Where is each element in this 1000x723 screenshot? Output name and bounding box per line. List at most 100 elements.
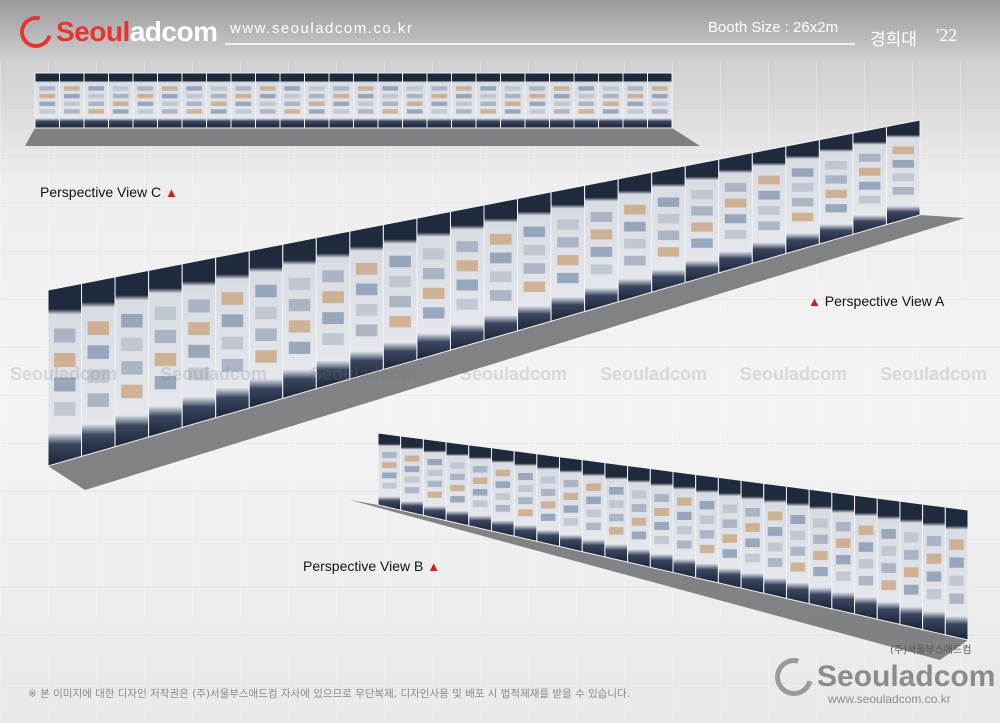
booth-panel [617, 171, 653, 303]
poster-content-block [586, 483, 601, 491]
poster-content-block [892, 186, 914, 195]
poster-content-block [767, 511, 783, 521]
booth-panel [402, 72, 428, 129]
poster-content-block [813, 534, 828, 544]
poster-content-block [813, 518, 828, 528]
booth-panel [854, 494, 878, 620]
poster-content-block [602, 93, 619, 99]
poster-content-block [745, 507, 760, 517]
poster-content-block [586, 522, 601, 531]
poster-content-block [722, 549, 737, 558]
poster-content-block [858, 195, 881, 204]
poster-content-block [722, 504, 737, 514]
poster-content-block [221, 292, 244, 305]
booth-panel [353, 72, 379, 129]
poster-content-block [557, 237, 579, 248]
poster-content-block [624, 221, 646, 232]
booth-panel [695, 473, 719, 584]
watermark: Seouladcom [740, 364, 848, 384]
booth-panel [377, 72, 403, 129]
watermark: Seouladcom [460, 364, 568, 384]
poster-content-block [758, 175, 780, 185]
poster-content-block [54, 401, 76, 416]
booth-panel [524, 72, 550, 129]
poster-content-block [745, 538, 760, 548]
poster-content-block [904, 584, 919, 595]
poster-content-block [540, 476, 556, 484]
poster-content-block [404, 487, 420, 494]
booth-panel [517, 191, 552, 332]
poster-content-block [422, 248, 445, 260]
poster-content-block [791, 183, 814, 192]
poster-content-block [87, 321, 110, 336]
poster-content-block [518, 485, 533, 493]
booth-panel [422, 438, 447, 522]
poster-content-block [858, 167, 881, 176]
poster-content-block [404, 466, 420, 473]
poster-content-block [654, 493, 669, 502]
booth-panel [59, 72, 85, 129]
poster-content-block [186, 93, 203, 99]
poster-content-block [355, 304, 378, 316]
red-triangle-icon: ▲ [808, 294, 821, 309]
poster-content-block [540, 501, 556, 509]
booth-panel [500, 72, 526, 129]
poster-content-block [259, 109, 276, 114]
poster-content-block [472, 477, 488, 485]
poster-content-block [557, 255, 579, 266]
poster-content-block [518, 497, 533, 505]
booth-panel [885, 119, 921, 226]
poster-content-block [382, 452, 397, 458]
poster-content-block [284, 86, 301, 91]
poster-content-block [553, 86, 570, 91]
poster-content-block [137, 109, 154, 114]
poster-content-block [529, 93, 546, 99]
booth-panel [206, 72, 232, 129]
poster-content-block [758, 190, 780, 200]
poster-content-block [677, 526, 692, 535]
poster-content-block [949, 557, 964, 568]
poster-content-block [112, 109, 129, 114]
poster-content-block [284, 101, 301, 106]
poster-content-block [357, 93, 374, 99]
poster-content-block [186, 101, 203, 106]
poster-content-block [724, 182, 747, 192]
poster-content-block [624, 238, 646, 249]
poster-content-block [355, 283, 378, 296]
poster-content-block [161, 101, 178, 106]
booth-panel [490, 447, 515, 537]
poster-content-block [699, 544, 715, 554]
copyright-note: ※ 본 이미지에 대한 디자인 저작권은 (주)서울부스애드컴 자사에 있으므로… [28, 688, 631, 700]
booth-panel [34, 72, 60, 129]
poster-content-block [188, 344, 210, 358]
booth-panel [647, 72, 673, 129]
booth-panel [451, 72, 477, 129]
poster-content-block [186, 109, 203, 114]
poster-content-block [504, 93, 521, 99]
poster-content-block [926, 535, 942, 547]
poster-content-block [88, 86, 105, 91]
poster-content-block [480, 101, 497, 106]
poster-content-block [382, 109, 399, 114]
poster-content-block [39, 86, 56, 91]
poster-content-block [926, 571, 942, 582]
poster-content-block [87, 393, 110, 407]
booth-panel [751, 145, 787, 264]
poster-content-block [825, 204, 847, 213]
poster-content-block [322, 291, 344, 304]
booth-panel [672, 470, 697, 579]
booth-panel [181, 72, 207, 129]
poster-content-block [455, 93, 472, 99]
poster-content-block [881, 563, 896, 573]
poster-content-block [578, 93, 595, 99]
poster-content-block [427, 459, 442, 466]
booth-panel [899, 500, 924, 631]
poster-content-block [654, 535, 669, 544]
booth-panel [785, 139, 820, 255]
booth-panel [416, 210, 451, 361]
poster-content-block [627, 93, 644, 99]
poster-content-block [523, 226, 546, 238]
view-label-a: ▲ Perspective View A [808, 293, 944, 309]
poster-content-block [210, 101, 227, 106]
poster-content-block [590, 264, 613, 275]
